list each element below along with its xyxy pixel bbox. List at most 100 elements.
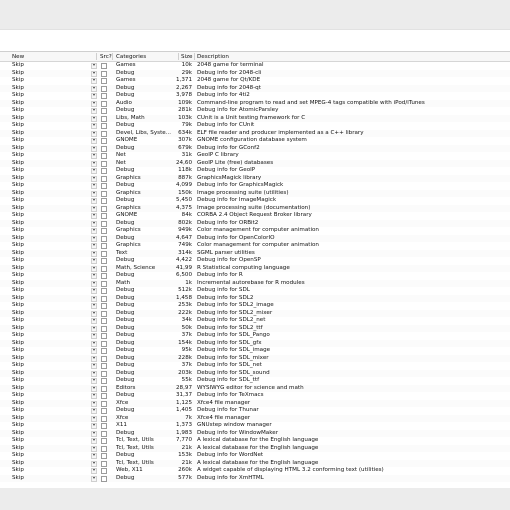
- action-select[interactable]: Skip: [12, 205, 90, 213]
- table-row[interactable]: Skip▾ Debug 4,647k Debug info for OpenColor…: [0, 234, 510, 243]
- table-row[interactable]: Skip▾ Debug 1,983k Debug info for WindowMak…: [0, 429, 510, 438]
- action-select[interactable]: Skip: [12, 287, 90, 295]
- chevron-down-icon[interactable]: ▾: [91, 370, 97, 377]
- source-checkbox[interactable]: [101, 393, 107, 399]
- table-row[interactable]: Skip▾ Debug 2,267k Debug info for 2048-qt: [0, 84, 510, 92]
- source-checkbox[interactable]: [101, 400, 107, 407]
- action-select[interactable]: Skip: [12, 265, 90, 273]
- action-select[interactable]: Skip: [12, 160, 90, 168]
- table-row[interactable]: Skip ▾ Debug 512k Debug info for SDL: [0, 287, 510, 295]
- source-checkbox[interactable]: [101, 168, 107, 174]
- source-checkbox[interactable]: [101, 310, 107, 317]
- source-checkbox[interactable]: [101, 295, 107, 302]
- source-checkbox[interactable]: [101, 63, 107, 69]
- chevron-down-icon[interactable]: ▾: [91, 325, 97, 332]
- source-checkbox[interactable]: [101, 145, 107, 152]
- table-row[interactable]: Skip ▾ Debug 29k Debug info for 2048-cli: [0, 69, 510, 78]
- source-checkbox[interactable]: [101, 100, 107, 107]
- chevron-down-icon[interactable]: ▾: [91, 460, 97, 467]
- action-select[interactable]: Skip: [12, 460, 90, 468]
- table-row[interactable]: Skip ▾ Debug 79k Debug info for CUnit: [0, 122, 510, 130]
- table-row[interactable]: Skip▾ Debug 5,450k Debug info for ImageMagi…: [0, 197, 510, 205]
- action-select[interactable]: Skip: [12, 130, 90, 138]
- source-checkbox[interactable]: [101, 325, 107, 332]
- chevron-down-icon[interactable]: ▾: [91, 190, 97, 197]
- chevron-down-icon[interactable]: ▾: [91, 183, 97, 189]
- source-checkbox[interactable]: [101, 138, 107, 144]
- column-new[interactable]: New: [12, 53, 24, 61]
- source-checkbox[interactable]: [101, 243, 107, 249]
- chevron-down-icon[interactable]: ▾: [91, 100, 97, 107]
- chevron-down-icon[interactable]: ▾: [91, 408, 97, 414]
- action-select[interactable]: Skip: [12, 77, 90, 85]
- chevron-down-icon[interactable]: ▾: [91, 303, 97, 309]
- table-row[interactable]: Skip ▾ Xfce 7k Xfce4 file manager: [0, 414, 510, 422]
- table-row[interactable]: Skip ▾ Debug 253k Debug info for SDL2_image: [0, 302, 510, 310]
- column-src[interactable]: Src?: [100, 53, 112, 61]
- table-row[interactable]: Skip ▾ Debug 55k Debug info for SDL_ttf: [0, 377, 510, 385]
- action-select[interactable]: Skip: [12, 152, 90, 160]
- table-row[interactable]: Skip ▾ GNOME 84k CORBA 2.4 Object Request Br…: [0, 212, 510, 220]
- table-row[interactable]: Skip▾ Debug 31,376k Debug info for TeXmacs: [0, 392, 510, 400]
- chevron-down-icon[interactable]: ▾: [91, 468, 97, 474]
- table-row[interactable]: Skip ▾ Debug 203k Debug info for SDL_sound: [0, 369, 510, 378]
- table-row[interactable]: Skip ▾ Games 10k 2048 game for terminal: [0, 62, 510, 70]
- column-categories[interactable]: Categories: [116, 53, 146, 61]
- action-select[interactable]: Skip: [12, 92, 90, 100]
- chevron-down-icon[interactable]: ▾: [91, 280, 97, 287]
- chevron-down-icon[interactable]: ▾: [91, 70, 97, 77]
- table-row[interactable]: Skip ▾ Debug 50k Debug info for SDL2_ttf: [0, 324, 510, 333]
- table-row[interactable]: Skip▾ Debug 1,405k Debug info for Thunar: [0, 407, 510, 415]
- chevron-down-icon[interactable]: ▾: [91, 348, 97, 354]
- table-row[interactable]: Skip ▾ Graphics 150k Image processing suite …: [0, 189, 510, 197]
- table-row[interactable]: Skip ▾ Debug 37k Debug info for SDL_net: [0, 362, 510, 370]
- action-select[interactable]: Skip: [12, 62, 90, 70]
- table-row[interactable]: Skip ▾ Graphics 887k GraphicsMagick library: [0, 174, 510, 182]
- source-checkbox[interactable]: [101, 468, 107, 474]
- table-row[interactable]: Skip ▾ Math 1k Incremental autorebase for R …: [0, 279, 510, 287]
- action-select[interactable]: Skip: [12, 325, 90, 333]
- source-checkbox[interactable]: [101, 348, 107, 354]
- chevron-down-icon[interactable]: ▾: [91, 168, 97, 174]
- action-select[interactable]: Skip: [12, 220, 90, 228]
- chevron-down-icon[interactable]: ▾: [91, 145, 97, 152]
- action-select[interactable]: Skip: [12, 370, 90, 378]
- table-row[interactable]: Skip▾ Tcl, Text, Utils 7,770k A lexical dat…: [0, 437, 510, 445]
- source-checkbox[interactable]: [101, 115, 107, 122]
- action-select[interactable]: Skip: [12, 197, 90, 205]
- source-checkbox[interactable]: [101, 213, 107, 219]
- source-checkbox[interactable]: [101, 385, 107, 392]
- chevron-down-icon[interactable]: ▾: [91, 235, 97, 242]
- source-checkbox[interactable]: [101, 250, 107, 257]
- table-row[interactable]: Skip ▾ Graphics 749k Color management for co…: [0, 242, 510, 250]
- table-row[interactable]: Skip▾ Debug 4,099k Debug info for GraphicsM…: [0, 182, 510, 190]
- action-select[interactable]: Skip: [12, 302, 90, 310]
- table-row[interactable]: Skip ▾ Devel, Libs, Syste... 634k ELF file r…: [0, 129, 510, 138]
- chevron-down-icon[interactable]: ▾: [91, 85, 97, 92]
- action-select[interactable]: Skip: [12, 70, 90, 78]
- chevron-down-icon[interactable]: ▾: [91, 63, 97, 69]
- action-select[interactable]: Skip: [12, 235, 90, 243]
- action-select[interactable]: Skip: [12, 430, 90, 438]
- chevron-down-icon[interactable]: ▾: [91, 438, 97, 444]
- chevron-down-icon[interactable]: ▾: [91, 273, 97, 279]
- chevron-down-icon[interactable]: ▾: [91, 220, 97, 227]
- table-row[interactable]: Skip ▾ Tcl, Text, Utils 21k A lexical databa…: [0, 444, 510, 452]
- chevron-down-icon[interactable]: ▾: [91, 138, 97, 144]
- chevron-down-icon[interactable]: ▾: [91, 250, 97, 257]
- chevron-down-icon[interactable]: ▾: [91, 333, 97, 339]
- source-checkbox[interactable]: [101, 235, 107, 242]
- table-row[interactable]: Skip ▾ Debug 802k Debug info for ORBit2: [0, 219, 510, 228]
- table-row[interactable]: Skip ▾ Web, X11 260k A widget capable of dis…: [0, 467, 510, 475]
- table-row[interactable]: Skip▾ Graphics 4,375k Image processing suit…: [0, 204, 510, 213]
- source-checkbox[interactable]: [101, 123, 107, 129]
- action-select[interactable]: Skip: [12, 332, 90, 340]
- source-checkbox[interactable]: [101, 70, 107, 77]
- action-select[interactable]: Skip: [12, 257, 90, 265]
- action-select[interactable]: Skip: [12, 212, 90, 220]
- action-select[interactable]: Skip: [12, 167, 90, 175]
- source-checkbox[interactable]: [101, 228, 107, 234]
- table-row[interactable]: Skip ▾ Debug 37k Debug info for SDL_Pango: [0, 332, 510, 340]
- action-select[interactable]: Skip: [12, 355, 90, 363]
- source-checkbox[interactable]: [101, 93, 107, 99]
